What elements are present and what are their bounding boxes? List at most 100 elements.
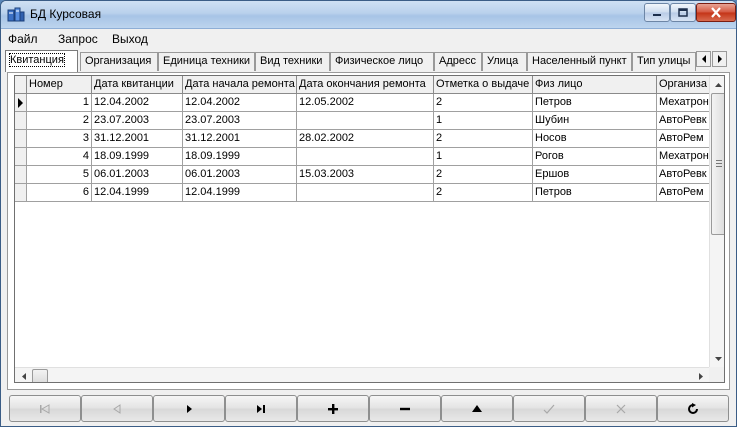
cell-individual[interactable]: Шубин — [533, 112, 657, 130]
data-grid[interactable]: Номер Дата квитанции Дата начала ремонта… — [14, 75, 725, 383]
cell-issue-mark[interactable]: 2 — [434, 184, 533, 202]
scroll-up-button[interactable] — [710, 76, 724, 93]
column-header-individual[interactable]: Физ лицо — [533, 76, 657, 94]
column-header-issue-mark[interactable]: Отметка о выдаче — [434, 76, 533, 94]
post-edit-button[interactable] — [513, 395, 585, 422]
first-record-button[interactable] — [9, 395, 81, 422]
cell-issue-mark[interactable]: 2 — [434, 130, 533, 148]
cell-repair-start[interactable]: 12.04.2002 — [183, 94, 297, 112]
cell-number[interactable]: 3 — [27, 130, 92, 148]
table-row[interactable]: 4 18.09.1999 18.09.1999 1 Рогов Мехатрон — [15, 148, 717, 166]
minimize-button[interactable] — [644, 3, 670, 22]
title-bar[interactable]: БД Курсовая — [1, 1, 736, 29]
scroll-left-button[interactable] — [15, 368, 32, 382]
cell-repair-end[interactable] — [297, 148, 434, 166]
tab-scroll-right-button[interactable] — [712, 51, 727, 67]
tab-individual[interactable]: Физическое лицо — [330, 52, 434, 71]
cell-individual[interactable]: Петров — [533, 184, 657, 202]
cell-receipt-date[interactable]: 12.04.2002 — [92, 94, 183, 112]
cell-organization[interactable]: АвтоРевк — [657, 112, 717, 130]
scroll-right-button[interactable] — [692, 368, 709, 382]
cell-organization[interactable]: АвтоРем — [657, 130, 717, 148]
menu-file[interactable]: Файл — [8, 32, 38, 46]
column-header-organization[interactable]: Организа — [657, 76, 717, 94]
cell-organization[interactable]: АвтоРем — [657, 184, 717, 202]
cell-receipt-date[interactable]: 12.04.1999 — [92, 184, 183, 202]
cell-individual[interactable]: Петров — [533, 94, 657, 112]
cell-organization[interactable]: Мехатрон — [657, 94, 717, 112]
delete-record-button[interactable] — [369, 395, 441, 422]
cell-repair-end[interactable]: 12.05.2002 — [297, 94, 434, 112]
arrow-down-icon — [715, 356, 722, 361]
next-record-button[interactable] — [153, 395, 225, 422]
column-header-number[interactable]: Номер — [27, 76, 92, 94]
table-row[interactable]: 3 31.12.2001 31.12.2001 28.02.2002 2 Нос… — [15, 130, 717, 148]
horizontal-scroll-thumb[interactable] — [32, 369, 48, 382]
tab-equipment-unit[interactable]: Единица техники — [158, 52, 255, 71]
tab-equipment-type[interactable]: Вид техники — [255, 52, 330, 71]
cell-repair-end[interactable]: 15.03.2003 — [297, 166, 434, 184]
cell-organization[interactable]: Мехатрон — [657, 148, 717, 166]
cell-receipt-date[interactable]: 06.01.2003 — [92, 166, 183, 184]
insert-record-button[interactable] — [297, 395, 369, 422]
tab-organization[interactable]: Организация — [80, 52, 158, 71]
cell-issue-mark[interactable]: 2 — [434, 94, 533, 112]
cell-repair-start[interactable]: 31.12.2001 — [183, 130, 297, 148]
table-row[interactable]: 5 06.01.2003 06.01.2003 15.03.2003 2 Ерш… — [15, 166, 717, 184]
tab-receipt[interactable]: Квитанция — [5, 50, 78, 72]
column-header-receipt-date[interactable]: Дата квитанции — [92, 76, 183, 94]
column-header-repair-start[interactable]: Дата начала ремонта — [183, 76, 297, 94]
last-record-button[interactable] — [225, 395, 297, 422]
cell-repair-start[interactable]: 12.04.1999 — [183, 184, 297, 202]
cell-receipt-date[interactable]: 23.07.2003 — [92, 112, 183, 130]
cell-number[interactable]: 2 — [27, 112, 92, 130]
tab-address[interactable]: Адресс — [434, 52, 482, 71]
refresh-data-button[interactable] — [657, 395, 729, 422]
tab-locality[interactable]: Населенный пункт — [527, 52, 632, 71]
menu-exit[interactable]: Выход — [112, 32, 148, 46]
cross-icon — [616, 404, 626, 413]
cell-repair-start[interactable]: 18.09.1999 — [183, 148, 297, 166]
cell-issue-mark[interactable]: 2 — [434, 166, 533, 184]
cancel-edit-button[interactable] — [585, 395, 657, 422]
cell-individual[interactable]: Носов — [533, 130, 657, 148]
scrollbar-corner — [709, 367, 724, 382]
edit-record-button[interactable] — [441, 395, 513, 422]
close-button[interactable] — [696, 3, 736, 22]
cell-number[interactable]: 4 — [27, 148, 92, 166]
cell-issue-mark[interactable]: 1 — [434, 148, 533, 166]
cell-repair-start[interactable]: 06.01.2003 — [183, 166, 297, 184]
cell-repair-end[interactable] — [297, 112, 434, 130]
tab-street-type[interactable]: Тип улицы — [632, 52, 696, 71]
scroll-down-button[interactable] — [710, 350, 724, 367]
minus-icon — [400, 407, 410, 410]
horizontal-scrollbar[interactable] — [15, 367, 709, 382]
column-header-repair-end[interactable]: Дата окончания ремонта — [297, 76, 434, 94]
cell-number[interactable]: 6 — [27, 184, 92, 202]
cell-individual[interactable]: Ершов — [533, 166, 657, 184]
cell-repair-end[interactable]: 28.02.2002 — [297, 130, 434, 148]
cell-receipt-date[interactable]: 18.09.1999 — [92, 148, 183, 166]
cell-repair-end[interactable] — [297, 184, 434, 202]
table-row[interactable]: 6 12.04.1999 12.04.1999 2 Петров АвтоРем — [15, 184, 717, 202]
tab-scroll-left-button[interactable] — [696, 51, 711, 67]
menu-query[interactable]: Запрос — [58, 32, 98, 46]
database-app-icon — [7, 7, 25, 22]
cell-organization[interactable]: АвтоРевк — [657, 166, 717, 184]
maximize-button[interactable] — [670, 3, 696, 22]
cell-repair-start[interactable]: 23.07.2003 — [183, 112, 297, 130]
vertical-scroll-thumb[interactable] — [711, 93, 724, 235]
cell-number[interactable]: 1 — [27, 94, 92, 112]
table-row[interactable]: 2 23.07.2003 23.07.2003 1 Шубин АвтоРевк — [15, 112, 717, 130]
table-row[interactable]: 1 12.04.2002 12.04.2002 12.05.2002 2 Пет… — [15, 94, 717, 112]
cell-individual[interactable]: Рогов — [533, 148, 657, 166]
prior-record-button[interactable] — [81, 395, 153, 422]
checkmark-icon — [543, 404, 555, 414]
tab-street[interactable]: Улица — [482, 52, 527, 71]
tab-label: Квитанция — [9, 53, 65, 67]
cell-receipt-date[interactable]: 31.12.2001 — [92, 130, 183, 148]
cell-issue-mark[interactable]: 1 — [434, 112, 533, 130]
vertical-scrollbar[interactable] — [709, 76, 724, 367]
prior-record-icon — [113, 403, 121, 414]
cell-number[interactable]: 5 — [27, 166, 92, 184]
